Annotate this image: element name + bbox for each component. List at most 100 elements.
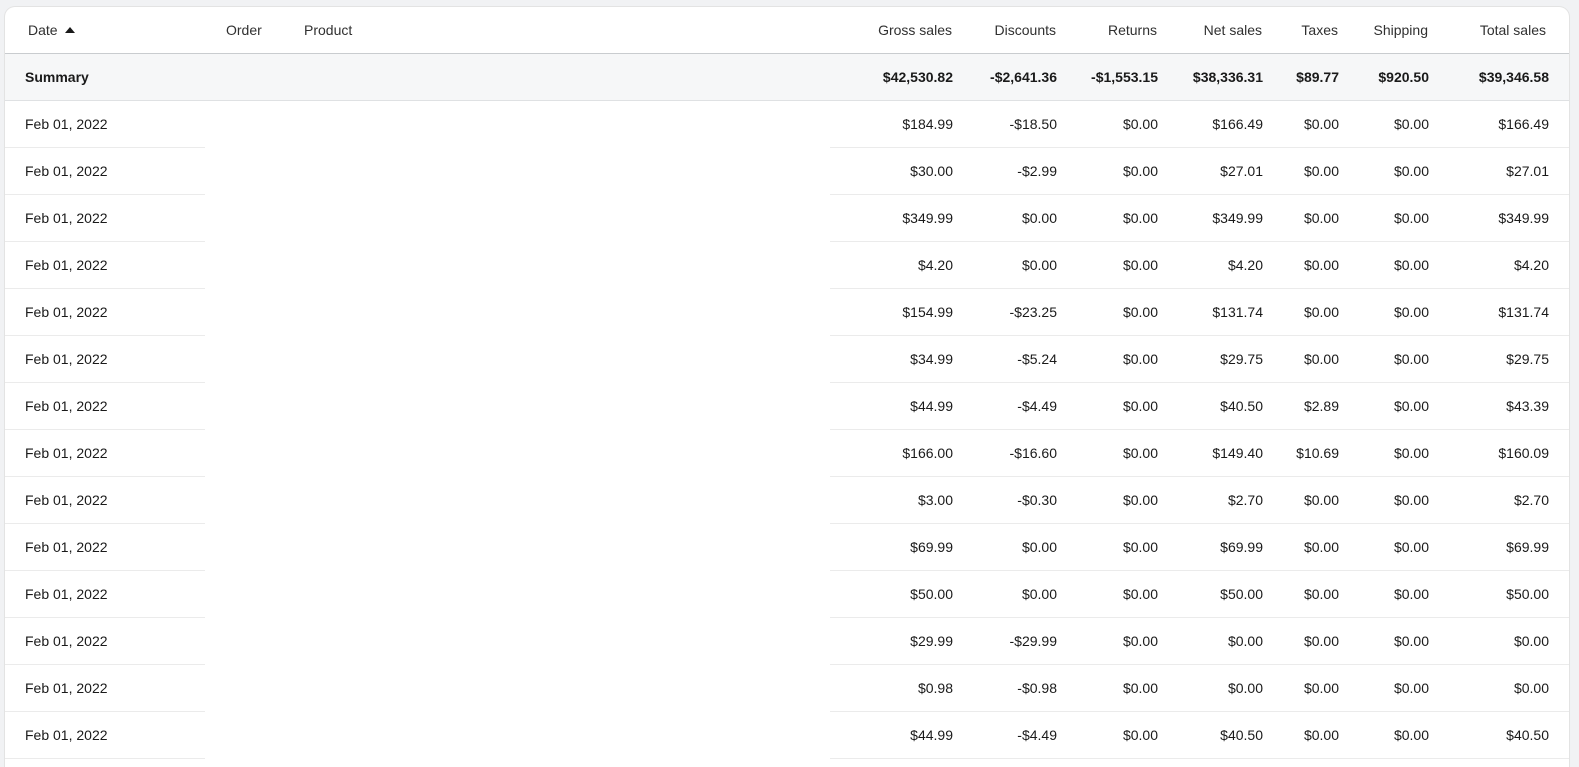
- cell-gross-sales: $44.99: [830, 382, 961, 430]
- table-row[interactable]: Feb 01, 2022 $50.00 $0.00 $0.00 $50.00 $0.00 $…: [5, 570, 1569, 618]
- column-header-net-sales[interactable]: Net sales: [1166, 7, 1271, 54]
- column-header-taxes[interactable]: Taxes: [1271, 7, 1347, 54]
- cell-returns: $0.00: [1065, 429, 1166, 477]
- cell-gross-sales: $50.00: [830, 570, 961, 618]
- cell-order: [205, 617, 285, 665]
- cell-returns: $0.00: [1065, 288, 1166, 336]
- cell-order: [205, 429, 285, 477]
- column-header-total-sales[interactable]: Total sales: [1437, 7, 1569, 54]
- cell-total-sales: $160.09: [1437, 429, 1569, 477]
- column-header-gross-sales[interactable]: Gross sales: [830, 7, 961, 54]
- table-row[interactable]: Feb 01, 2022 $30.00 -$2.99 $0.00 $27.01 $0.00…: [5, 147, 1569, 195]
- cell-returns: $0.00: [1065, 241, 1166, 289]
- cell-taxes: $0.00: [1271, 147, 1347, 195]
- table-row[interactable]: Feb 01, 2022 $44.99 -$4.49 $0.00 $40.50 $0.00…: [5, 711, 1569, 759]
- table-row[interactable]: Feb 01, 2022 $184.99 -$18.50 $0.00 $166.49 $0…: [5, 100, 1569, 148]
- cell-discounts: -$16.60: [961, 429, 1065, 477]
- cell-taxes: $0.00: [1271, 241, 1347, 289]
- cell-total-sales: $349.99: [1437, 194, 1569, 242]
- column-header-order-label: Order: [226, 22, 262, 38]
- sales-table: Date Order Product Gross sales Discounts…: [5, 7, 1569, 759]
- table-row[interactable]: Feb 01, 2022 $3.00 -$0.30 $0.00 $2.70 $0.00 $0…: [5, 476, 1569, 524]
- cell-taxes: $0.00: [1271, 476, 1347, 524]
- cell-product: [285, 382, 830, 430]
- summary-returns: -$1,553.15: [1065, 53, 1166, 101]
- cell-discounts: -$5.24: [961, 335, 1065, 383]
- table-row[interactable]: Feb 01, 2022 $0.98 -$0.98 $0.00 $0.00 $0.00 $0…: [5, 664, 1569, 712]
- table-row[interactable]: Feb 01, 2022 $34.99 -$5.24 $0.00 $29.75 $0.00…: [5, 335, 1569, 383]
- cell-date: Feb 01, 2022: [5, 194, 205, 242]
- column-header-gross-sales-label: Gross sales: [878, 22, 952, 38]
- cell-gross-sales: $166.00: [830, 429, 961, 477]
- cell-returns: $0.00: [1065, 476, 1166, 524]
- cell-taxes: $10.69: [1271, 429, 1347, 477]
- cell-total-sales: $69.99: [1437, 523, 1569, 571]
- cell-returns: $0.00: [1065, 100, 1166, 148]
- cell-order: [205, 288, 285, 336]
- cell-date: Feb 01, 2022: [5, 241, 205, 289]
- summary-total-sales: $39,346.58: [1437, 53, 1569, 101]
- table-body: Summary $42,530.82 -$2,641.36 -$1,553.15…: [5, 53, 1569, 759]
- cell-shipping: $0.00: [1347, 382, 1437, 430]
- cell-date: Feb 01, 2022: [5, 570, 205, 618]
- table-row[interactable]: Feb 01, 2022 $44.99 -$4.49 $0.00 $40.50 $2.89…: [5, 382, 1569, 430]
- column-header-returns[interactable]: Returns: [1065, 7, 1166, 54]
- table-row[interactable]: Feb 01, 2022 $4.20 $0.00 $0.00 $4.20 $0.00 $0.…: [5, 241, 1569, 289]
- cell-taxes: $2.89: [1271, 382, 1347, 430]
- cell-gross-sales: $29.99: [830, 617, 961, 665]
- cell-date: Feb 01, 2022: [5, 335, 205, 383]
- column-header-product[interactable]: Product: [285, 7, 830, 54]
- table-row[interactable]: Feb 01, 2022 $166.00 -$16.60 $0.00 $149.40 $1…: [5, 429, 1569, 477]
- column-header-order[interactable]: Order: [205, 7, 285, 54]
- column-header-shipping[interactable]: Shipping: [1347, 7, 1437, 54]
- cell-net-sales: $69.99: [1166, 523, 1271, 571]
- cell-returns: $0.00: [1065, 570, 1166, 618]
- column-header-discounts[interactable]: Discounts: [961, 7, 1065, 54]
- cell-date: Feb 01, 2022: [5, 617, 205, 665]
- cell-order: [205, 100, 285, 148]
- cell-order: [205, 382, 285, 430]
- cell-shipping: $0.00: [1347, 617, 1437, 665]
- cell-gross-sales: $69.99: [830, 523, 961, 571]
- cell-discounts: -$0.98: [961, 664, 1065, 712]
- cell-net-sales: $4.20: [1166, 241, 1271, 289]
- column-header-net-sales-label: Net sales: [1203, 22, 1262, 38]
- cell-gross-sales: $34.99: [830, 335, 961, 383]
- table-row[interactable]: Feb 01, 2022 $29.99 -$29.99 $0.00 $0.00 $0.00…: [5, 617, 1569, 665]
- summary-net-sales: $38,336.31: [1166, 53, 1271, 101]
- cell-net-sales: $0.00: [1166, 664, 1271, 712]
- cell-returns: $0.00: [1065, 617, 1166, 665]
- table-row[interactable]: Feb 01, 2022 $69.99 $0.00 $0.00 $69.99 $0.00 $…: [5, 523, 1569, 571]
- cell-returns: $0.00: [1065, 523, 1166, 571]
- cell-date: Feb 01, 2022: [5, 523, 205, 571]
- cell-gross-sales: $0.98: [830, 664, 961, 712]
- cell-shipping: $0.00: [1347, 664, 1437, 712]
- summary-gross-sales: $42,530.82: [830, 53, 961, 101]
- cell-gross-sales: $184.99: [830, 100, 961, 148]
- cell-taxes: $0.00: [1271, 617, 1347, 665]
- cell-taxes: $0.00: [1271, 570, 1347, 618]
- caret-up-icon: [64, 27, 75, 33]
- column-header-date[interactable]: Date: [5, 7, 205, 54]
- cell-gross-sales: $154.99: [830, 288, 961, 336]
- cell-net-sales: $131.74: [1166, 288, 1271, 336]
- summary-discounts: -$2,641.36: [961, 53, 1065, 101]
- cell-total-sales: $40.50: [1437, 711, 1569, 759]
- cell-date: Feb 01, 2022: [5, 429, 205, 477]
- cell-returns: $0.00: [1065, 194, 1166, 242]
- cell-product: [285, 476, 830, 524]
- cell-product: [285, 523, 830, 571]
- table-row[interactable]: Feb 01, 2022 $154.99 -$23.25 $0.00 $131.74 $0…: [5, 288, 1569, 336]
- cell-discounts: $0.00: [961, 523, 1065, 571]
- cell-shipping: $0.00: [1347, 288, 1437, 336]
- cell-product: [285, 335, 830, 383]
- cell-order: [205, 476, 285, 524]
- column-header-total-sales-label: Total sales: [1479, 22, 1546, 38]
- column-header-returns-label: Returns: [1107, 22, 1157, 38]
- table-row[interactable]: Feb 01, 2022 $349.99 $0.00 $0.00 $349.99 $0.0…: [5, 194, 1569, 242]
- cell-product: [285, 711, 830, 759]
- cell-date: Feb 01, 2022: [5, 100, 205, 148]
- cell-order: [205, 194, 285, 242]
- cell-taxes: $0.00: [1271, 711, 1347, 759]
- cell-net-sales: $2.70: [1166, 476, 1271, 524]
